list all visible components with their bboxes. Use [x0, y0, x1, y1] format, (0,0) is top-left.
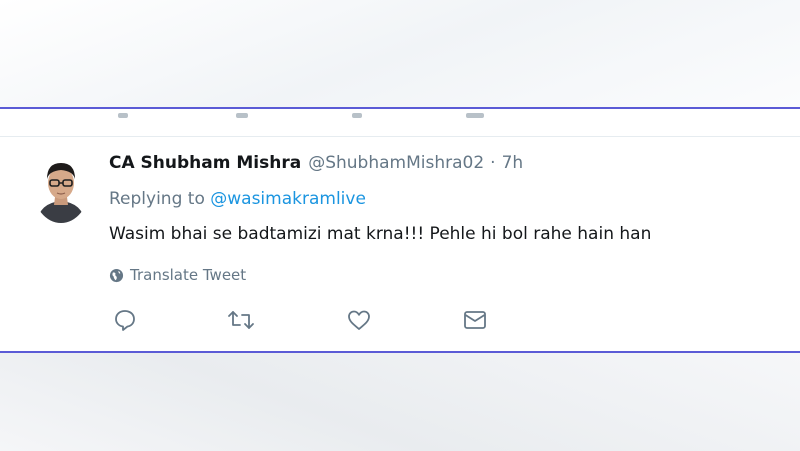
tweet-text: Wasim bhai se badtamizi mat krna!!! Pehl… — [109, 224, 652, 244]
prev-like-icon-fragment — [352, 113, 362, 118]
like-button[interactable] — [344, 307, 374, 333]
prev-reply-icon-fragment — [118, 113, 128, 118]
globe-icon — [109, 268, 124, 282]
tweet-actions — [0, 307, 800, 333]
tweet-card: CA Shubham Mishra @ShubhamMishra02 · 7h … — [0, 107, 800, 353]
envelope-icon — [464, 311, 486, 329]
prev-retweet-icon-fragment — [236, 113, 248, 118]
tweet-header: CA Shubham Mishra @ShubhamMishra02 · 7h — [109, 153, 523, 175]
reply-button[interactable] — [110, 307, 140, 333]
background-top — [0, 0, 800, 107]
retweet-button[interactable] — [226, 307, 256, 333]
replying-to-mention[interactable]: @wasimakramlive — [210, 189, 366, 209]
replying-prefix: Replying to — [109, 189, 205, 209]
avatar[interactable] — [33, 153, 89, 223]
heart-icon — [348, 310, 370, 330]
previous-tweet-actions-strip — [0, 109, 800, 137]
prev-dm-icon-fragment — [466, 113, 484, 118]
translate-tweet-link[interactable]: Translate Tweet — [109, 265, 246, 285]
replying-to-line: Replying to @wasimakramlive — [109, 189, 366, 209]
header-separator: · — [490, 153, 496, 173]
comment-bubble-icon — [115, 310, 135, 331]
author-handle[interactable]: @ShubhamMishra02 — [308, 153, 484, 173]
direct-message-button[interactable] — [460, 307, 490, 333]
background-bottom — [0, 353, 800, 451]
user-avatar-icon — [33, 153, 89, 223]
author-name[interactable]: CA Shubham Mishra — [109, 153, 301, 173]
retweet-icon — [228, 311, 254, 329]
translate-tweet-label: Translate Tweet — [130, 266, 247, 284]
tweet-time[interactable]: 7h — [502, 153, 524, 173]
